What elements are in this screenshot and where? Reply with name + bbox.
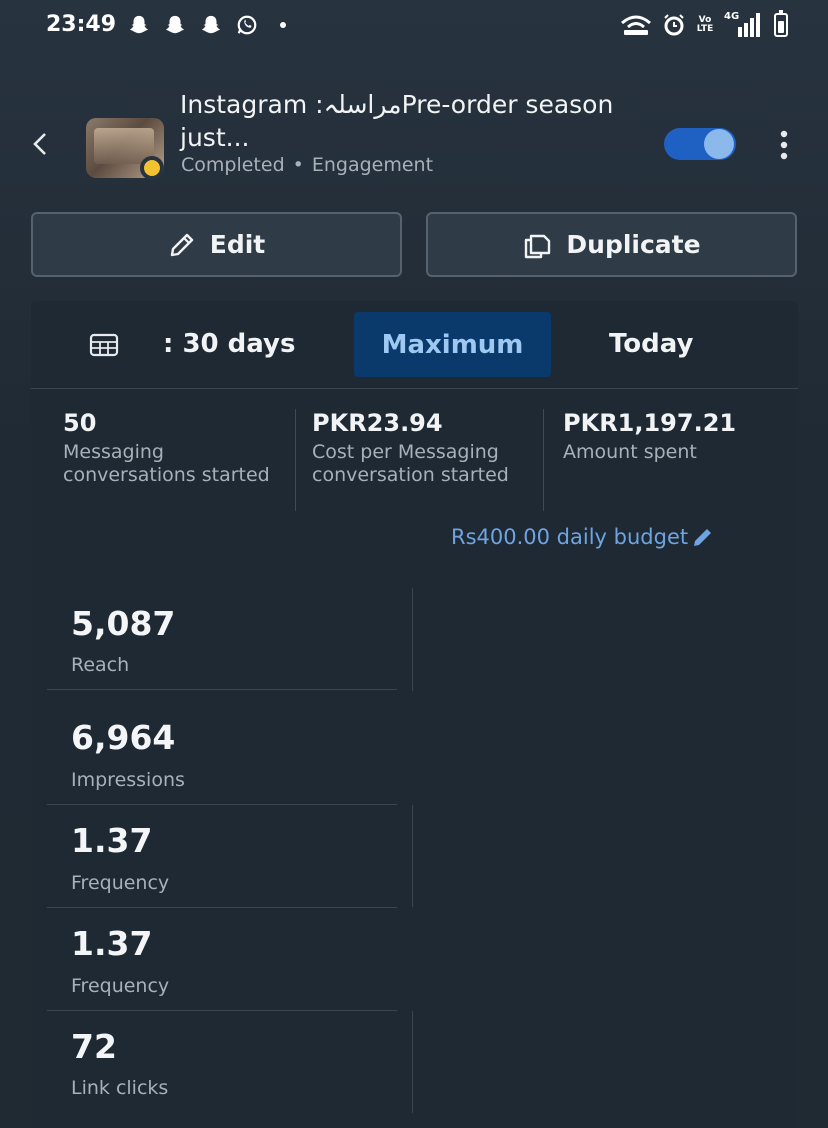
objective-text: Engagement: [311, 154, 434, 176]
snapchat-icon: [165, 15, 185, 34]
metric-label: Frequency: [71, 872, 170, 894]
divider: [412, 1011, 413, 1113]
metric-impressions: 6,964 Impressions: [47, 690, 397, 805]
tab-30-days[interactable]: : 30 days: [163, 329, 295, 359]
duplicate-icon: [525, 234, 551, 258]
divider: [412, 588, 413, 691]
more-options-icon[interactable]: [778, 128, 790, 162]
tab-maximum[interactable]: Maximum: [354, 312, 551, 377]
tab-today[interactable]: Today: [609, 329, 693, 359]
metric-value: 5,087: [71, 604, 176, 643]
ad-thumbnail: [86, 118, 164, 180]
status-bar: 23:49 Vo LTE 4G: [0, 0, 828, 58]
metric-value: 1.37: [71, 924, 153, 963]
kpi-cost-per-conversation: PKR23.94 Cost per Messaging conversation…: [312, 409, 552, 487]
metric-label: Impressions: [71, 769, 185, 791]
metric-value: 72: [71, 1027, 117, 1066]
alarm-icon: [664, 14, 684, 36]
pencil-icon: [170, 233, 193, 256]
kpi-messaging-conversations: 50 Messaging conversations started: [63, 409, 283, 487]
duplicate-button-label: Duplicate: [566, 230, 701, 259]
calendar-icon[interactable]: [89, 333, 119, 357]
campaign-title: Instagram :مراسلہPre-order season just..…: [180, 90, 614, 152]
status-time: 23:49: [46, 12, 117, 37]
divider: [543, 409, 544, 511]
metric-frequency: 1.37 Frequency: [47, 908, 397, 1011]
battery-icon: [774, 10, 788, 37]
snapchat-icon: [201, 15, 221, 34]
metric-value: 1.37: [71, 821, 153, 860]
kpi-value: PKR1,197.21: [563, 409, 737, 437]
pencil-icon: [694, 529, 712, 546]
system-icons: Vo LTE 4G: [620, 10, 788, 37]
dot-icon: [280, 22, 286, 28]
kpi-label: Cost per Messaging conversation started: [312, 441, 509, 486]
status-text: Completed: [181, 154, 285, 176]
metric-value: 6,964: [71, 718, 176, 757]
insights-panel: : 30 days Maximum Today 50 Messaging con…: [31, 301, 798, 1128]
metric-link-clicks: 72 Link clicks: [47, 1011, 397, 1113]
kpi-value: 50: [63, 409, 97, 437]
back-arrow-icon[interactable]: [30, 130, 50, 158]
status-dot-icon: [140, 156, 164, 180]
metric-reach: 5,087 Reach: [47, 588, 397, 690]
whatsapp-icon: [237, 15, 257, 35]
separator: •: [292, 154, 304, 176]
campaign-toggle[interactable]: [664, 128, 736, 160]
edit-button[interactable]: Edit: [31, 212, 402, 277]
duplicate-button[interactable]: Duplicate: [426, 212, 797, 277]
notification-icons: [128, 14, 286, 36]
date-range-tabs: : 30 days Maximum Today: [31, 301, 798, 389]
snapchat-icon: [129, 15, 149, 34]
daily-budget-label: Rs400.00 daily budget: [451, 525, 689, 549]
metric-label: Frequency: [71, 975, 170, 997]
metric-label: Link clicks: [71, 1077, 169, 1099]
toggle-knob: [704, 129, 734, 159]
hotspot-icon: [621, 15, 651, 35]
edit-button-label: Edit: [209, 230, 266, 259]
4g-signal-icon: 4G: [724, 11, 764, 37]
campaign-subtitle: Completed • Engagement: [181, 154, 433, 176]
kpi-value: PKR23.94: [312, 409, 443, 437]
kpi-amount-spent: PKR1,197.21 Amount spent: [563, 409, 783, 464]
kpi-label: Messaging conversations started: [63, 441, 270, 486]
daily-budget-link[interactable]: Rs400.00 daily budget: [451, 525, 714, 549]
metric-frequency: 1.37 Frequency: [47, 805, 397, 908]
volte-icon: Vo LTE: [696, 15, 714, 34]
divider: [295, 409, 296, 511]
divider: [412, 805, 413, 907]
kpi-label: Amount spent: [563, 441, 697, 463]
metric-label: Reach: [71, 654, 130, 676]
